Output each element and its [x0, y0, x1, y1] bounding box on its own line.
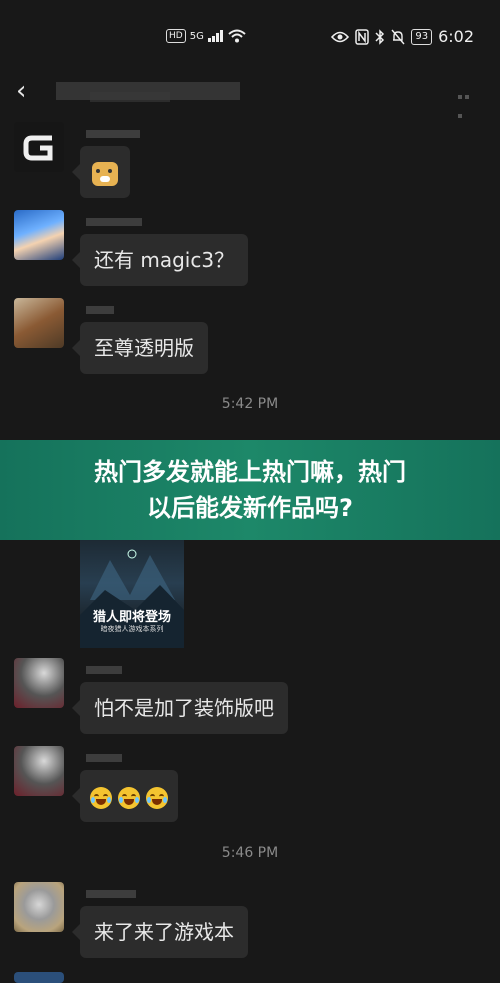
message-bubble[interactable]: 至尊透明版 [72, 322, 208, 374]
signal-icon [207, 30, 223, 42]
message-text: 至尊透明版 [94, 336, 194, 360]
image-message[interactable]: 猎人即将登场 暗夜猎人游戏本系列 [80, 540, 184, 648]
sender-name-redacted [86, 890, 136, 898]
doge-sticker-icon [92, 161, 118, 186]
timestamp: 5:42 PM [221, 396, 279, 412]
chat-title-redacted-2 [90, 92, 170, 102]
nfc-icon [355, 28, 370, 45]
status-bar: HD 5G 93 6:02 [0, 0, 500, 72]
hd-badge: HD [166, 29, 186, 43]
avatar[interactable] [14, 658, 64, 708]
laughing-crying-icon [118, 786, 140, 809]
emoji-bubble[interactable] [72, 770, 178, 822]
message-text: 怕不是加了装饰版吧 [94, 696, 274, 720]
mute-bell-icon [391, 29, 405, 44]
message-text: 来了来了游戏本 [94, 920, 234, 944]
avatar[interactable] [14, 298, 64, 348]
message-bubble[interactable]: 怕不是加了装饰版吧 [72, 682, 288, 734]
timestamp: 5:46 PM [221, 845, 279, 861]
eye-icon [331, 31, 350, 42]
network-indicators: HD 5G [166, 29, 246, 43]
g-logo-icon [14, 122, 64, 172]
avatar[interactable] [14, 122, 64, 172]
sticker-bubble[interactable] [72, 146, 130, 198]
chat-header: ‹ [0, 72, 500, 118]
sender-name-redacted [86, 218, 142, 226]
clock: 6:02 [438, 27, 474, 46]
sender-name-redacted [86, 754, 122, 762]
poster-subtitle: 暗夜猎人游戏本系列 [100, 625, 164, 633]
message-bubble[interactable]: 还有 magic3？ [71, 234, 249, 286]
sender-name-redacted [86, 306, 114, 314]
chevron-left-icon[interactable]: ‹ [16, 76, 26, 106]
caption-line-1: 热门多发就能上热门嘛，热门 [94, 458, 406, 486]
more-icon[interactable] [458, 84, 478, 118]
bluetooth-icon [375, 28, 385, 45]
avatar[interactable] [14, 210, 64, 260]
avatar[interactable] [14, 882, 64, 932]
network-type: 5G [189, 30, 204, 42]
caption-line-2: 以后能发新作品吗? [147, 494, 353, 522]
avatar[interactable] [14, 746, 64, 796]
laughing-crying-icon [90, 786, 112, 809]
avatar[interactable] [14, 972, 64, 983]
caption-banner: 热门多发就能上热门嘛，热门 以后能发新作品吗? [0, 440, 500, 540]
message-text: 还有 magic3？ [94, 248, 235, 272]
sender-name-redacted [86, 130, 140, 138]
wifi-icon [228, 29, 246, 43]
sender-name-redacted [86, 666, 122, 674]
laughing-crying-icon [146, 786, 168, 809]
poster-title: 猎人即将登场 [92, 610, 171, 625]
system-indicators: 93 6:02 [331, 27, 474, 46]
message-bubble[interactable]: 来了来了游戏本 [72, 906, 248, 958]
battery-icon: 93 [411, 28, 433, 45]
